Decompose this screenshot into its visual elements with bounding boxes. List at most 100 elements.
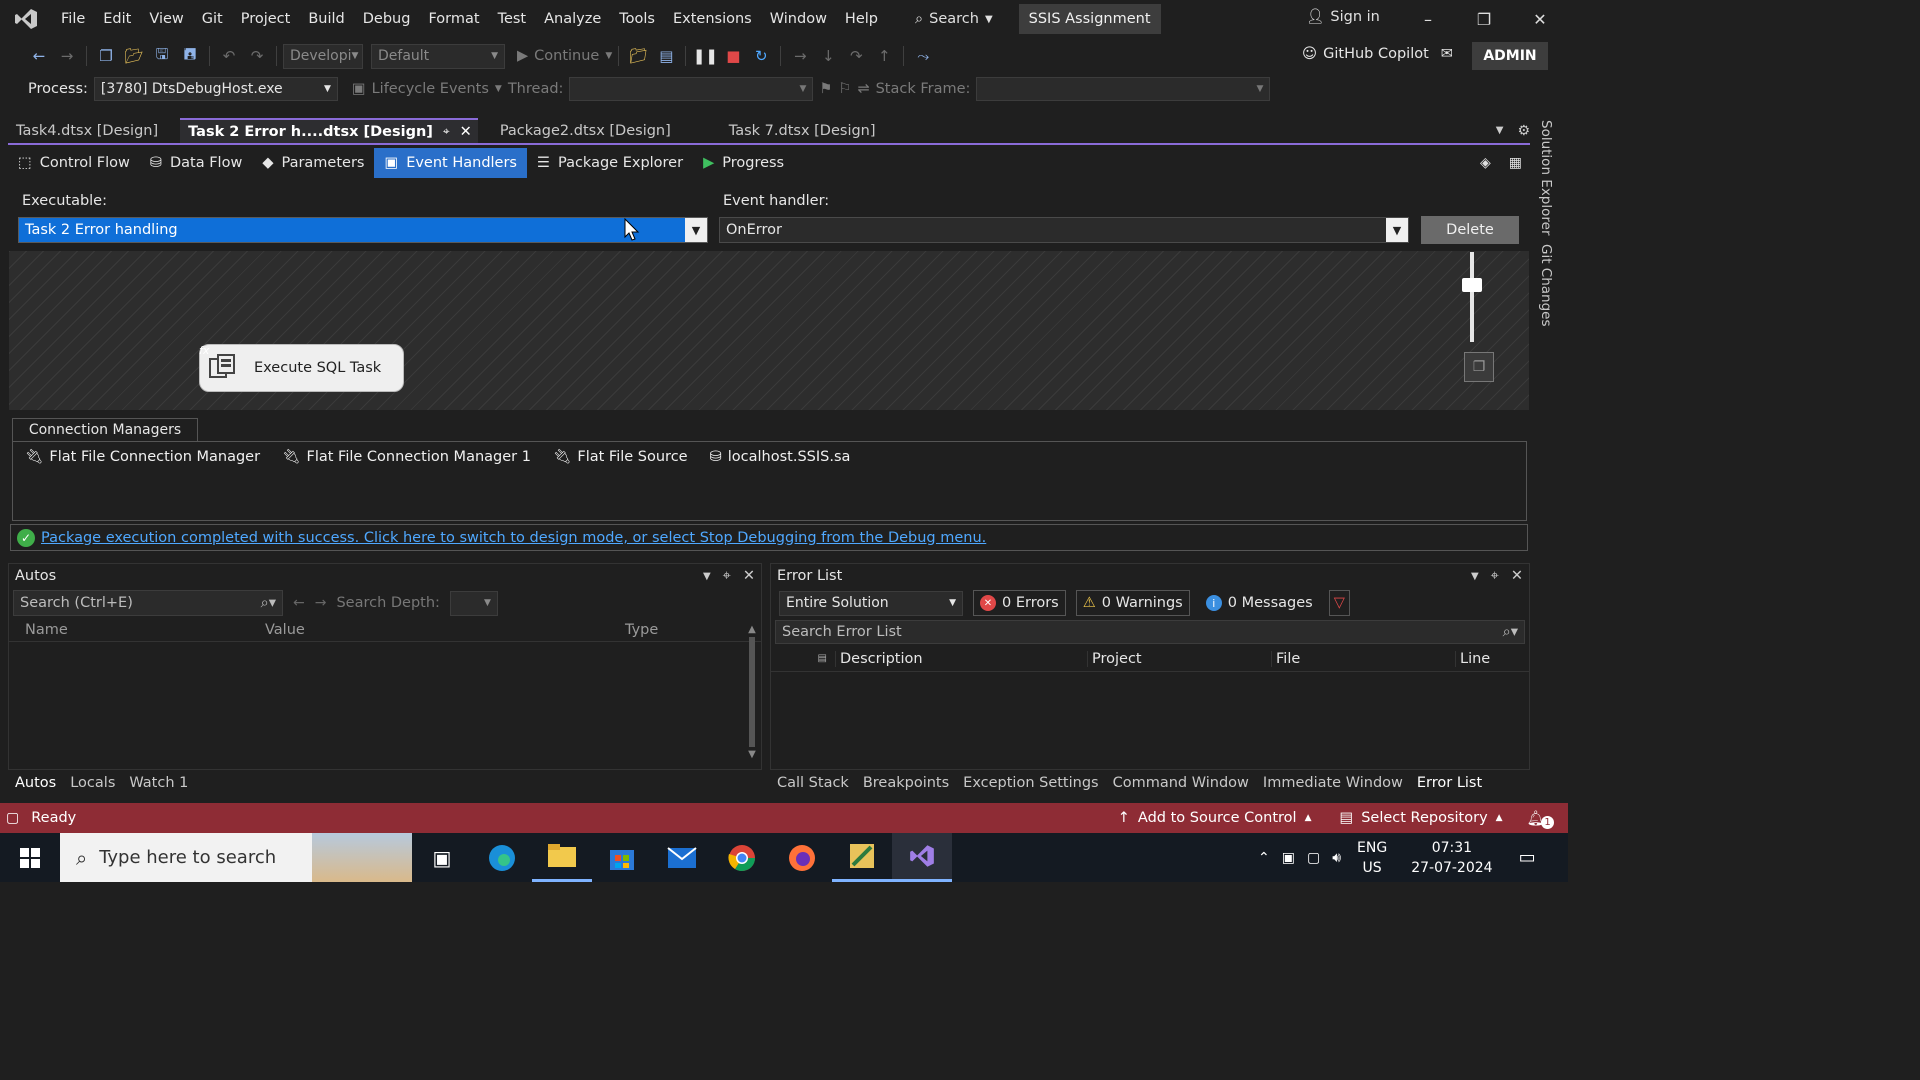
diagnostics-icon[interactable]: ⤳	[910, 43, 936, 69]
volume-icon[interactable]: 🔊︎	[1332, 850, 1341, 866]
column-header-project[interactable]: Project	[1087, 650, 1271, 667]
pin-icon[interactable]: ⌖	[1491, 568, 1499, 584]
chrome-icon[interactable]	[712, 833, 772, 882]
solution-platform-combo[interactable]: Default ▼	[371, 43, 505, 69]
connection-flat-file-manager[interactable]: 🔌︎ Flat File Connection Manager	[25, 448, 260, 466]
search-icon[interactable]: ⌕▾	[261, 595, 276, 611]
select-repository-button[interactable]: ▤ Select Repository ▲	[1340, 810, 1503, 826]
tab-call-stack[interactable]: Call Stack	[770, 775, 856, 791]
tab-task4-design[interactable]: Task4.dtsx [Design]	[8, 118, 166, 143]
process-combo[interactable]: [3780] DtsDebugHost.exe ▼	[93, 77, 338, 101]
switch-to-design-mode-link[interactable]: Package execution completed with success…	[41, 530, 986, 546]
tab-control-flow[interactable]: ⬚ Control Flow	[8, 148, 140, 178]
output-icon[interactable]: ▢	[6, 810, 19, 826]
menu-extensions[interactable]: Extensions	[664, 0, 761, 38]
search-depth-combo[interactable]: ▼	[449, 590, 498, 616]
thread-combo[interactable]: ▼	[569, 77, 814, 101]
ssis-tool-icon[interactable]	[832, 833, 892, 882]
step-into-icon[interactable]: ↓	[815, 43, 841, 69]
account-badge[interactable]: ADMIN	[1472, 42, 1548, 70]
tab-progress[interactable]: ▶ Progress	[693, 148, 794, 178]
meet-now-icon[interactable]: ▣	[1282, 850, 1295, 866]
edge-browser-icon[interactable]	[472, 833, 532, 882]
menu-build[interactable]: Build	[299, 0, 353, 38]
window-position-icon[interactable]: ▼	[703, 571, 711, 582]
sign-in-button[interactable]: 👤︎ Sign in	[1306, 8, 1380, 26]
tab-parameters[interactable]: ◆ Parameters	[252, 148, 374, 178]
tab-command-window[interactable]: Command Window	[1106, 775, 1256, 791]
add-to-source-control-button[interactable]: ↑ Add to Source Control ▲	[1118, 810, 1312, 826]
pin-icon[interactable]: ⌖	[723, 568, 731, 584]
pin-icon[interactable]: ⌖	[443, 124, 450, 139]
grid-view-icon[interactable]: ▦	[1509, 155, 1522, 171]
solution-configuration-combo[interactable]: Developi ▼	[283, 43, 363, 69]
stop-icon[interactable]: ■	[720, 43, 746, 69]
column-header-file[interactable]: File	[1271, 650, 1455, 667]
tab-task2-error-handling-design[interactable]: Task 2 Error h....dtsx [Design] ⌖ ✕	[180, 118, 478, 143]
pause-icon[interactable]: ❚❚	[692, 43, 718, 69]
git-changes-side-tab[interactable]: Git Changes	[1538, 244, 1554, 327]
delete-button[interactable]: Delete	[1421, 216, 1519, 244]
sort-icon[interactable]: ▤	[771, 653, 835, 664]
mail-icon[interactable]	[652, 833, 712, 882]
variables-icon[interactable]: ◈	[1480, 155, 1491, 171]
solution-explorer-side-tab[interactable]: Solution Explorer	[1538, 120, 1554, 236]
scrollbar-thumb[interactable]	[749, 637, 755, 747]
execute-sql-task[interactable]: Execute SQL Task	[199, 344, 404, 392]
column-header-line[interactable]: Line	[1455, 650, 1490, 667]
connection-managers-tab[interactable]: Connection Managers	[12, 418, 198, 441]
navigate-forward-icon[interactable]: →	[54, 43, 80, 69]
tab-data-flow[interactable]: ⛁ Data Flow	[140, 148, 253, 178]
visual-studio-logo-icon[interactable]	[0, 0, 52, 38]
tab-locals[interactable]: Locals	[63, 775, 122, 791]
errors-filter-button[interactable]: ✕ 0 Errors	[973, 590, 1066, 616]
undo-icon[interactable]: ↶	[216, 43, 242, 69]
stack-frame-combo[interactable]: ▼	[976, 77, 1271, 101]
save-icon[interactable]: 🖫︎	[149, 43, 175, 69]
connection-flat-file-manager-1[interactable]: 🔌︎ Flat File Connection Manager 1	[282, 448, 531, 466]
tab-breakpoints[interactable]: Breakpoints	[856, 775, 956, 791]
tab-immediate-window[interactable]: Immediate Window	[1256, 775, 1410, 791]
flag-all-icon[interactable]: ⚐	[838, 81, 851, 97]
action-center-icon[interactable]: ▭	[1519, 847, 1536, 868]
global-search-button[interactable]: ⌕ Search ▼	[905, 5, 1003, 33]
language-indicator[interactable]: ENG US	[1357, 838, 1387, 878]
window-position-icon[interactable]: ▼	[1471, 571, 1479, 582]
column-header-name[interactable]: Name	[25, 622, 265, 638]
navigate-back-icon[interactable]: ←	[26, 43, 52, 69]
connection-localhost-ssis-sa[interactable]: ⛁ localhost.SSIS.sa	[710, 449, 851, 465]
tab-package-explorer[interactable]: ☰ Package Explorer	[527, 148, 693, 178]
column-header-description[interactable]: Description	[835, 650, 1087, 667]
minimize-button[interactable]: –	[1400, 0, 1456, 38]
tab-watch-1[interactable]: Watch 1	[122, 775, 195, 791]
menu-file[interactable]: File	[52, 0, 94, 38]
new-project-icon[interactable]: ❐	[93, 43, 119, 69]
menu-project[interactable]: Project	[232, 0, 300, 38]
microsoft-store-icon[interactable]	[592, 833, 652, 882]
github-copilot-button[interactable]: ☺ GitHub Copilot ✉	[1302, 46, 1453, 62]
autos-scrollbar[interactable]: ▲ ▼	[745, 624, 759, 768]
search-next-icon[interactable]: →	[315, 595, 327, 611]
show-hidden-icons-icon[interactable]: ⌃	[1258, 850, 1270, 866]
tab-event-handlers[interactable]: ▣ Event Handlers	[374, 148, 527, 178]
step-over-icon[interactable]: ↷	[843, 43, 869, 69]
notifications-button[interactable]: 🔔︎ 1	[1527, 808, 1554, 829]
connection-flat-file-source[interactable]: 🔌︎ Flat File Source	[553, 448, 688, 466]
flag-icon[interactable]: ⚑	[819, 81, 832, 97]
chevron-down-icon[interactable]: ▼	[1386, 218, 1408, 242]
menu-debug[interactable]: Debug	[354, 0, 420, 38]
menu-tools[interactable]: Tools	[610, 0, 664, 38]
tab-list-dropdown-icon[interactable]: ▼	[1496, 125, 1504, 136]
scroll-up-icon[interactable]: ▲	[745, 624, 759, 635]
zoom-to-fit-icon[interactable]: ❐	[1464, 352, 1494, 382]
column-header-type[interactable]: Type	[625, 622, 658, 638]
layout-icon[interactable]: ▤	[653, 43, 679, 69]
tab-error-list[interactable]: Error List	[1410, 775, 1489, 791]
error-list-search-input[interactable]: Search Error List ⌕▾	[775, 620, 1525, 644]
search-icon[interactable]: ⌕▾	[1503, 624, 1518, 640]
menu-test[interactable]: Test	[489, 0, 536, 38]
build-filter-button[interactable]: ▽	[1328, 590, 1350, 616]
menu-window[interactable]: Window	[761, 0, 836, 38]
zoom-slider-thumb[interactable]	[1462, 278, 1482, 292]
close-tab-icon[interactable]: ✕	[460, 124, 472, 140]
